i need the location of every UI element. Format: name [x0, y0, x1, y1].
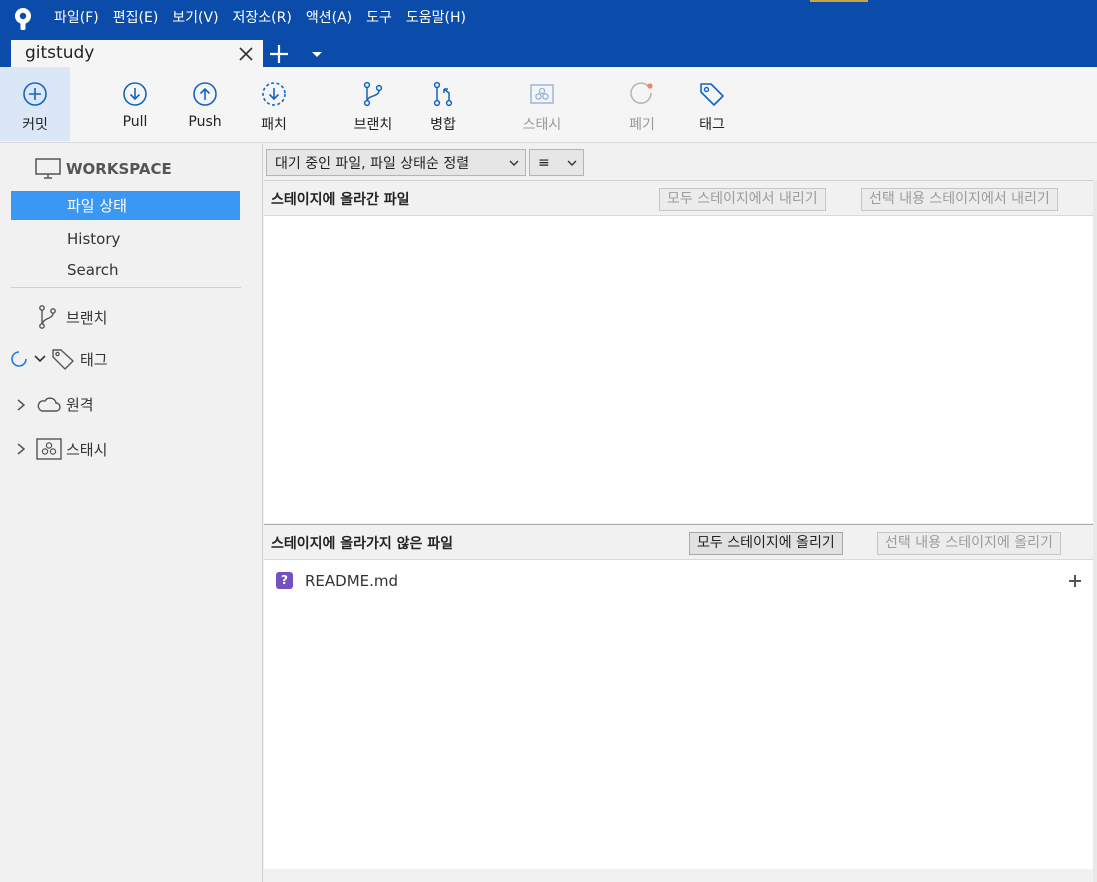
chevron-right-icon[interactable] [14, 442, 28, 456]
stash-label: 스태시 [522, 117, 562, 133]
discard-button[interactable]: 폐기 [612, 67, 672, 141]
sidebar: WORKSPACE 파일 상태 History Search 브랜치 태그 원격… [0, 144, 263, 882]
file-name: README.md [305, 572, 399, 590]
loading-spinner-icon [11, 351, 27, 367]
commit-button[interactable]: 커밋 [0, 67, 70, 141]
plus-circle-icon [23, 82, 47, 106]
discard-icon [630, 82, 653, 104]
pull-button[interactable]: Pull [105, 67, 165, 141]
add-tab-icon[interactable] [268, 43, 290, 65]
workspace-header: WORKSPACE [35, 158, 172, 180]
stash-icon [530, 84, 554, 104]
sort-dropdown[interactable]: 대기 중인 파일, 파일 상태순 정렬 [266, 149, 526, 176]
chevron-down-icon [509, 160, 519, 166]
sidebar-divider [11, 287, 241, 288]
chevron-down-icon [567, 160, 577, 166]
unstage-all-button[interactable]: 모두 스테이지에서 내리기 [659, 188, 826, 211]
branch-button[interactable]: 브랜치 [338, 67, 408, 141]
chevron-right-icon[interactable] [14, 398, 28, 412]
repo-tab[interactable]: gitstudy [11, 40, 263, 67]
merge-icon [433, 81, 453, 107]
sidebar-remotes[interactable]: 원격 [14, 394, 94, 415]
titlebar-accent [810, 0, 868, 2]
branch-icon [363, 81, 383, 107]
toolbar: 커밋 Pull Push 패치 브랜치 병합 스태시 폐기 태그 [0, 67, 1097, 143]
sort-dropdown-value: 대기 중인 파일, 파일 상태순 정렬 [275, 155, 470, 172]
title-bar: 파일(F) 편집(E) 보기(V) 저장소(R) 액션(A) 도구 도움말(H)… [0, 0, 1097, 67]
sidebar-item-file-status[interactable]: 파일 상태 [11, 191, 240, 220]
stash-icon [36, 438, 62, 460]
patch-label: 패치 [261, 117, 287, 133]
view-mode-dropdown[interactable]: ≡ [529, 149, 584, 176]
filter-bar: 대기 중인 파일, 파일 상태순 정렬 ≡ [264, 144, 1097, 180]
tags-label: 태그 [80, 350, 108, 369]
unstaged-pane-title: 스테이지에 올라가지 않은 파일 [271, 536, 454, 552]
branch-icon [39, 305, 56, 329]
sidebar-item-label: Search [67, 260, 119, 279]
sidebar-item-history[interactable]: History [11, 224, 240, 253]
staged-pane-title: 스테이지에 올라간 파일 [271, 192, 410, 208]
stage-file-plus-icon[interactable] [1067, 573, 1083, 589]
sidebar-item-label: 파일 상태 [67, 197, 127, 215]
merge-button[interactable]: 병합 [414, 67, 472, 141]
stash-button[interactable]: 스태시 [508, 67, 576, 141]
stashes-label: 스태시 [66, 440, 108, 459]
untracked-status-icon: ? [276, 572, 293, 589]
cloud-icon [37, 396, 61, 412]
patch-button[interactable]: 패치 [244, 67, 304, 141]
patch-icon [262, 82, 286, 106]
tab-dropdown-icon[interactable] [309, 47, 325, 61]
monitor-icon [35, 158, 61, 179]
tag-label: 태그 [699, 117, 725, 133]
tag-icon [52, 349, 74, 370]
merge-label: 병합 [430, 117, 456, 133]
staged-pane-header: 스테이지에 올라간 파일 모두 스테이지에서 내리기 선택 내용 스테이지에서 … [264, 180, 1097, 215]
vertical-scrollbar[interactable] [1093, 180, 1097, 882]
push-button[interactable]: Push [174, 67, 236, 141]
sidebar-tags[interactable]: 태그 [10, 347, 108, 371]
commit-label: 커밋 [22, 117, 48, 133]
close-icon[interactable] [237, 45, 255, 63]
menu-edit[interactable]: 편집(E) [106, 0, 166, 36]
unstage-selected-button[interactable]: 선택 내용 스테이지에서 내리기 [861, 188, 1058, 211]
sourcetree-logo-icon[interactable] [10, 6, 36, 32]
sidebar-branches[interactable]: 브랜치 [37, 304, 107, 330]
unstaged-file-list[interactable]: ? README.md [264, 559, 1093, 869]
chevron-down-icon[interactable] [33, 353, 47, 365]
menu-file[interactable]: 파일(F) [47, 0, 106, 36]
tag-icon [700, 83, 724, 106]
list-view-icon: ≡ [538, 154, 550, 171]
menu-bar: 파일(F) 편집(E) 보기(V) 저장소(R) 액션(A) 도구 도움말(H) [47, 0, 473, 36]
stage-all-button[interactable]: 모두 스테이지에 올리기 [689, 532, 843, 555]
tag-button[interactable]: 태그 [682, 67, 742, 141]
push-label: Push [188, 114, 222, 130]
sidebar-stashes[interactable]: 스태시 [14, 438, 107, 460]
menu-help[interactable]: 도움말(H) [399, 0, 473, 36]
menu-tools[interactable]: 도구 [359, 0, 399, 36]
discard-label: 폐기 [629, 117, 655, 133]
branches-label: 브랜치 [66, 308, 108, 327]
file-row[interactable]: ? README.md [264, 568, 1093, 592]
remotes-label: 원격 [66, 396, 94, 414]
sidebar-item-search[interactable]: Search [11, 255, 240, 284]
menu-repository[interactable]: 저장소(R) [226, 0, 299, 36]
arrow-down-circle-icon [123, 82, 147, 106]
workspace-label: WORKSPACE [66, 160, 172, 178]
branch-label: 브랜치 [353, 117, 393, 133]
unstaged-pane-header: 스테이지에 올라가지 않은 파일 모두 스테이지에 올리기 선택 내용 스테이지… [264, 524, 1097, 559]
staged-file-list[interactable] [264, 215, 1093, 523]
arrow-up-circle-icon [193, 82, 217, 106]
menu-actions[interactable]: 액션(A) [299, 0, 359, 36]
pull-label: Pull [122, 114, 148, 130]
main-panel: 대기 중인 파일, 파일 상태순 정렬 ≡ 스테이지에 올라간 파일 모두 스테… [264, 144, 1097, 882]
menu-view[interactable]: 보기(V) [165, 0, 225, 36]
repo-tab-label: gitstudy [25, 43, 95, 63]
stage-selected-button[interactable]: 선택 내용 스테이지에 올리기 [877, 532, 1061, 555]
sidebar-item-label: History [67, 229, 121, 248]
